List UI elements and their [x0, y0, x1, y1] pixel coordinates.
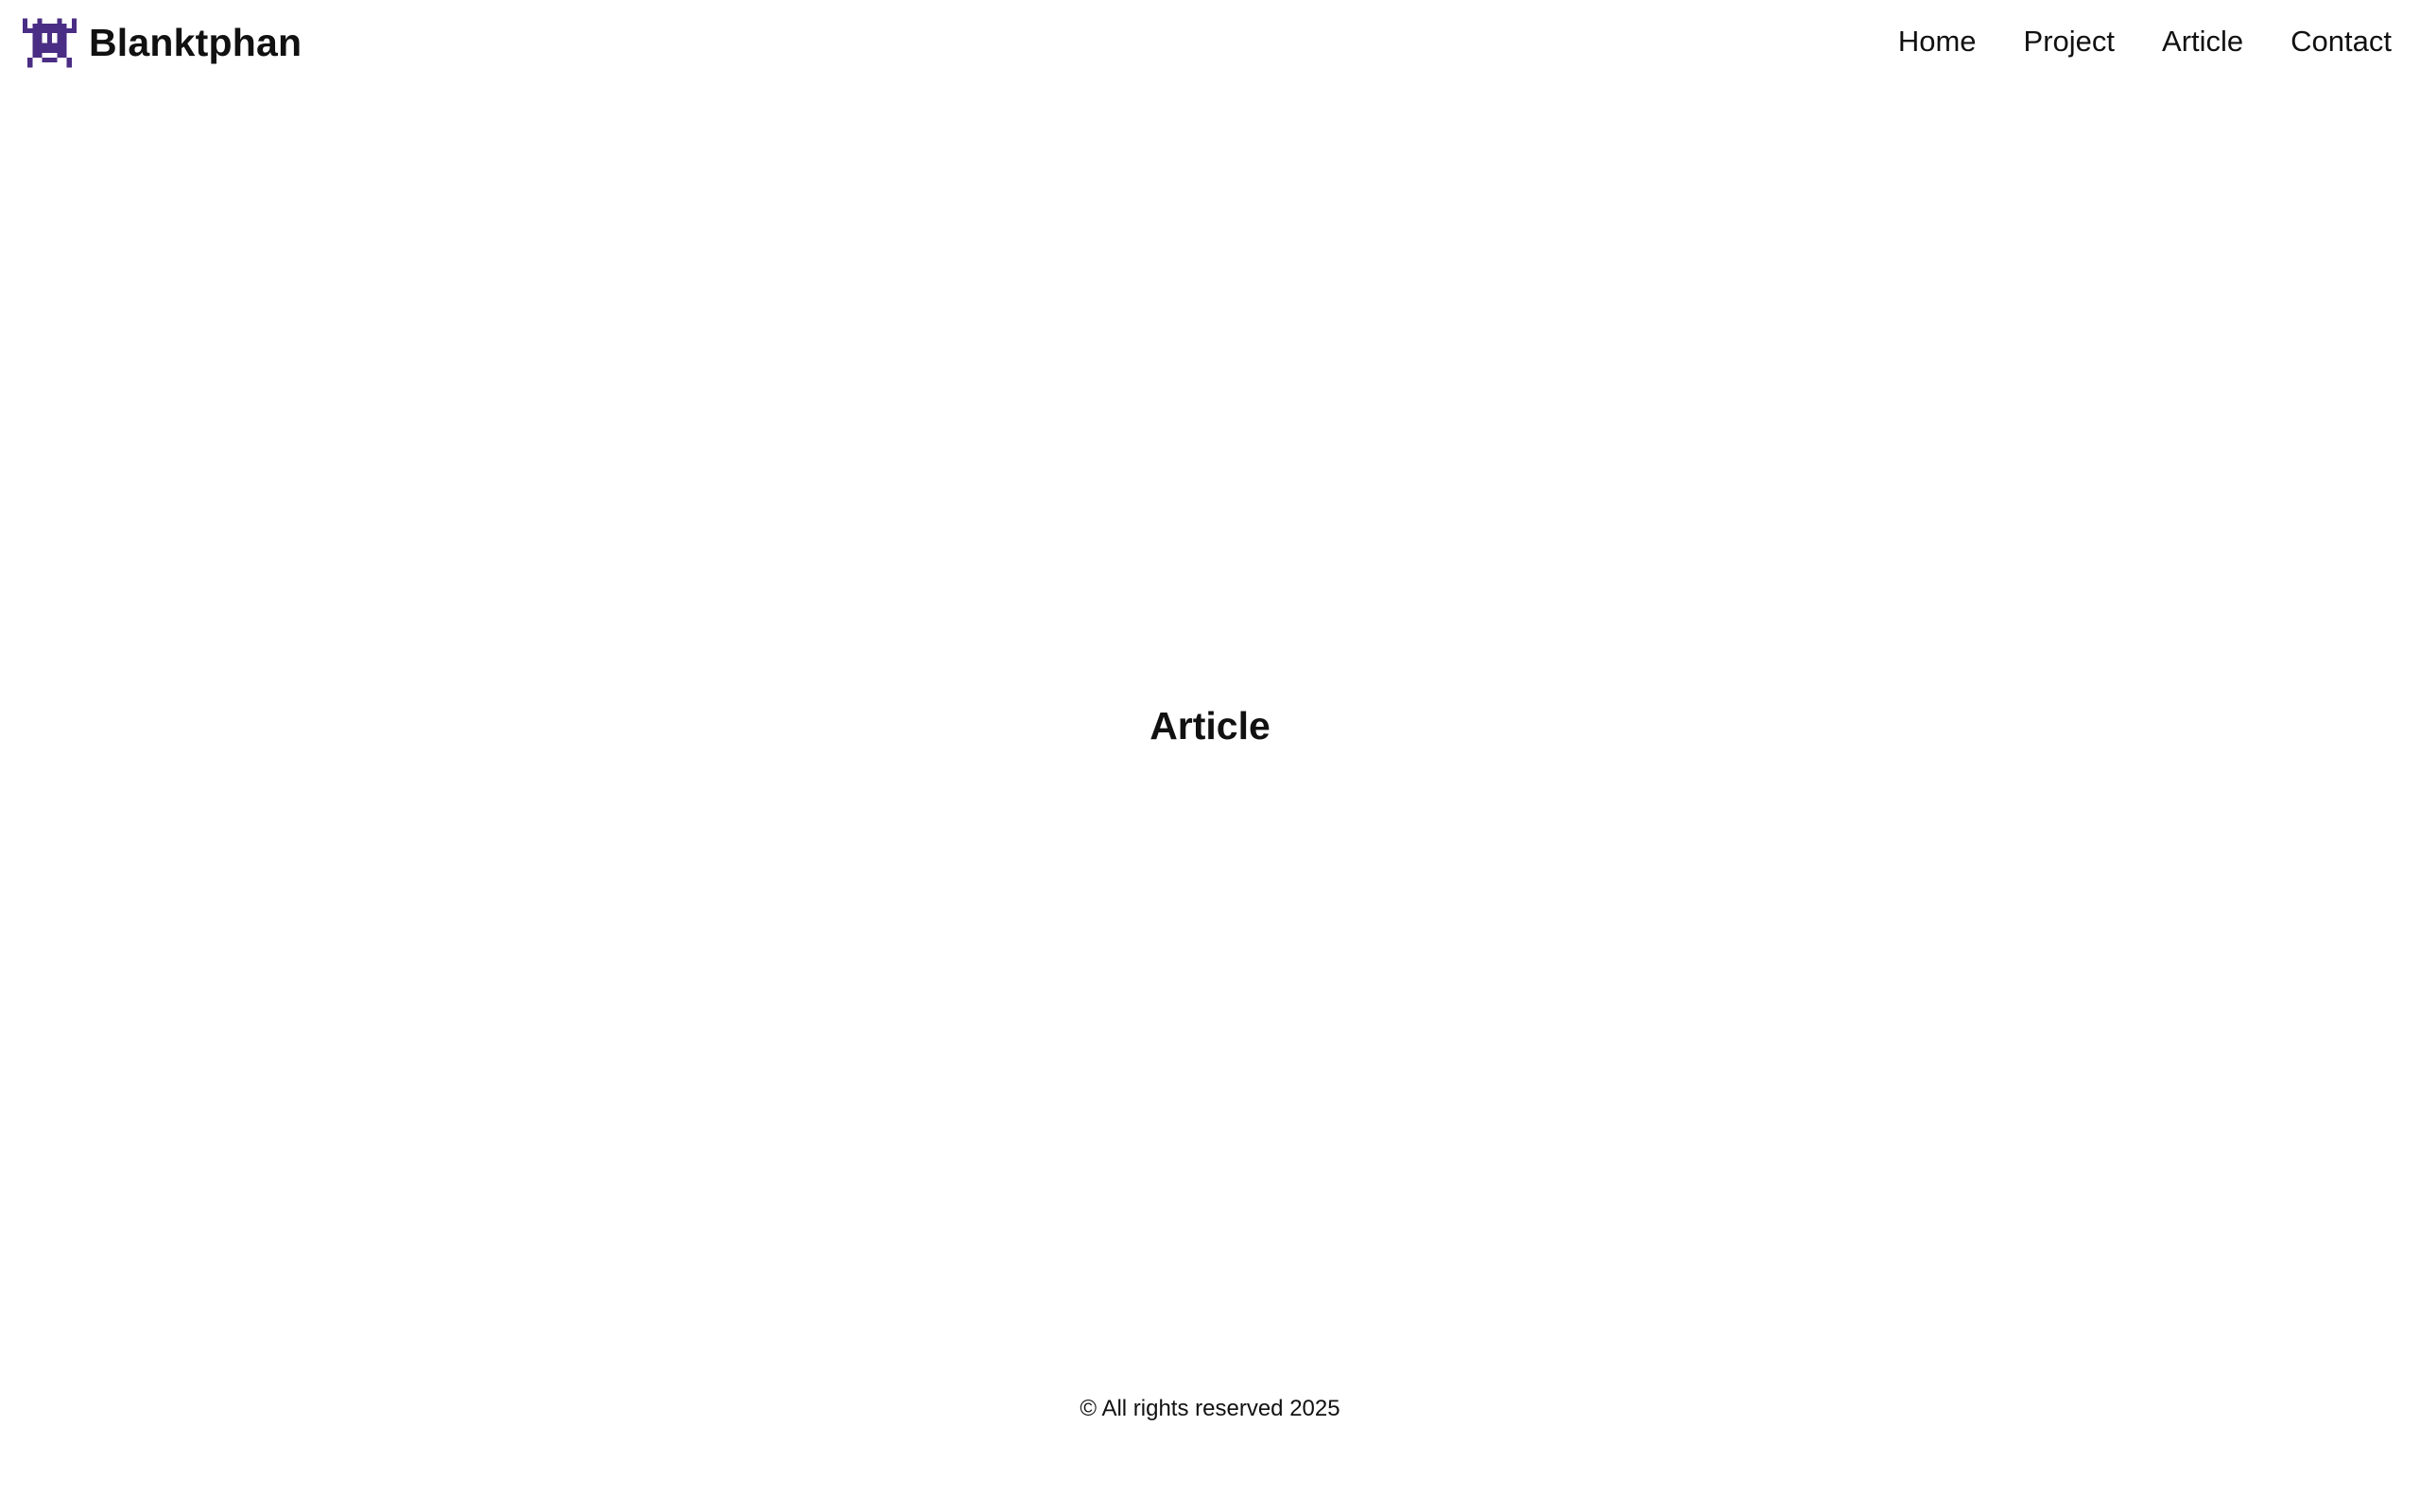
page-title: Article — [1150, 704, 1270, 747]
brand-home-link[interactable]: Blanktphan — [23, 16, 302, 69]
nav-link-project[interactable]: Project — [2024, 21, 2115, 62]
nav-link-contact[interactable]: Contact — [2290, 21, 2392, 62]
copyright-text: © All rights reserved 2025 — [1080, 1396, 1340, 1421]
nav-link-home[interactable]: Home — [1898, 21, 1977, 62]
nav-link-article[interactable]: Article — [2162, 21, 2243, 62]
page: Blanktphan Home Project Article Contact … — [0, 0, 2420, 1512]
main-navigation: Home Project Article Contact — [1898, 21, 2392, 62]
site-header: Blanktphan Home Project Article Contact — [0, 0, 2420, 85]
main-content: Article — [0, 85, 2420, 1351]
pixel-alien-invader-icon — [23, 18, 77, 67]
brand-name: Blanktphan — [89, 20, 302, 64]
site-footer: © All rights reserved 2025 — [0, 1393, 2420, 1425]
